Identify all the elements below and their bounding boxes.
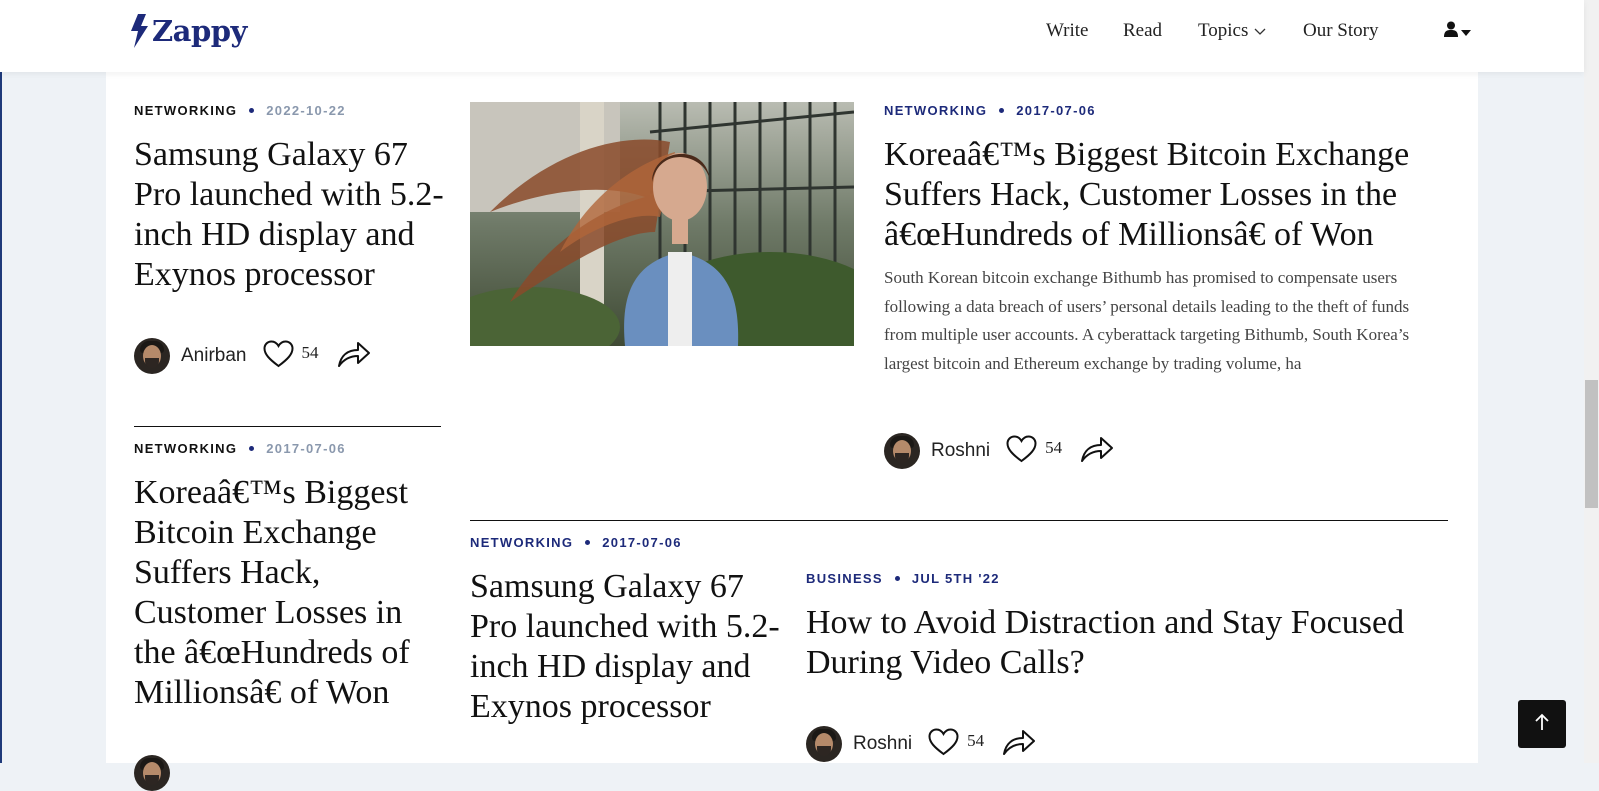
avatar[interactable] — [884, 433, 920, 469]
user-menu[interactable] — [1444, 21, 1471, 42]
category-link[interactable]: NETWORKING — [134, 441, 237, 456]
article-meta: NETWORKING 2017-07-06 — [470, 535, 682, 550]
author-row: Anirban 54 — [134, 338, 371, 374]
logo[interactable]: Zappy — [130, 14, 247, 48]
article-date: 2017-07-06 — [266, 441, 346, 456]
avatar[interactable] — [134, 755, 170, 791]
author-name[interactable]: Anirban — [181, 345, 247, 367]
meta-separator-dot — [585, 540, 591, 545]
nav-write[interactable]: Write — [1046, 20, 1089, 42]
share-icon[interactable] — [337, 340, 371, 373]
article-title[interactable]: How to Avoid Distraction and Stay Focuse… — [806, 603, 1426, 683]
share-icon[interactable] — [1080, 435, 1114, 468]
author-name[interactable]: Roshni — [931, 440, 990, 462]
site-header: Zappy Write Read Topics Our Story — [0, 0, 1584, 72]
logo-text: Zappy — [152, 14, 247, 48]
article-meta: NETWORKING 2022-10-22 — [134, 103, 346, 118]
heart-icon[interactable] — [1006, 434, 1037, 468]
author-row: Roshni 54 — [806, 726, 1036, 762]
meta-separator-dot — [249, 108, 255, 113]
article-meta: BUSINESS JUL 5TH '22 — [806, 571, 1000, 586]
caret-down-icon — [1461, 23, 1471, 41]
heart-icon[interactable] — [928, 727, 959, 761]
article-date: JUL 5TH '22 — [911, 571, 1000, 586]
chevron-down-icon — [1248, 20, 1266, 42]
nav-our-story[interactable]: Our Story — [1303, 20, 1378, 42]
article-image[interactable] — [470, 102, 854, 346]
user-icon — [1444, 21, 1458, 42]
author-row: Roshni 54 — [884, 433, 1114, 469]
meta-separator-dot — [249, 446, 255, 451]
divider — [134, 426, 441, 427]
article-meta: NETWORKING 2017-07-06 — [884, 103, 1096, 118]
nav-read[interactable]: Read — [1123, 20, 1162, 42]
article-date: 2017-07-06 — [602, 535, 682, 550]
category-link[interactable]: NETWORKING — [470, 535, 573, 550]
like-count: 54 — [967, 731, 985, 750]
article-excerpt: South Korean bitcoin exchange Bithumb ha… — [884, 268, 1410, 373]
arrow-up-icon — [1534, 713, 1550, 736]
avatar[interactable] — [806, 726, 842, 762]
meta-separator-dot — [894, 576, 900, 581]
article-title[interactable]: Koreaâ€™s Biggest Bitcoin Exchange Suffe… — [134, 473, 444, 713]
article-title[interactable]: Koreaâ€™s Biggest Bitcoin Exchange Suffe… — [884, 135, 1444, 255]
page-left-border — [0, 0, 2, 763]
scrollbar-thumb[interactable] — [1585, 380, 1598, 508]
divider — [470, 520, 1448, 521]
article-date: 2017-07-06 — [1016, 103, 1096, 118]
back-to-top-button[interactable] — [1518, 700, 1566, 748]
article-meta: NETWORKING 2017-07-06 — [134, 441, 346, 456]
heart-icon[interactable] — [262, 339, 294, 373]
like-count: 54 — [301, 343, 319, 362]
share-icon[interactable] — [1002, 728, 1036, 761]
nav-topics-label: Topics — [1198, 20, 1249, 41]
nav-topics[interactable]: Topics — [1198, 20, 1266, 42]
bolt-icon — [130, 14, 148, 48]
article-date: 2022-10-22 — [266, 103, 346, 118]
meta-separator-dot — [999, 108, 1005, 113]
article-title[interactable]: Samsung Galaxy 67 Pro launched with 5.2-… — [134, 135, 444, 295]
category-link[interactable]: BUSINESS — [806, 571, 883, 586]
author-name[interactable]: Roshni — [853, 733, 912, 755]
category-link[interactable]: NETWORKING — [884, 103, 987, 118]
category-link[interactable]: NETWORKING — [134, 103, 237, 118]
avatar[interactable] — [134, 338, 170, 374]
article-title[interactable]: Samsung Galaxy 67 Pro launched with 5.2-… — [470, 567, 785, 727]
like-count: 54 — [1045, 438, 1063, 457]
